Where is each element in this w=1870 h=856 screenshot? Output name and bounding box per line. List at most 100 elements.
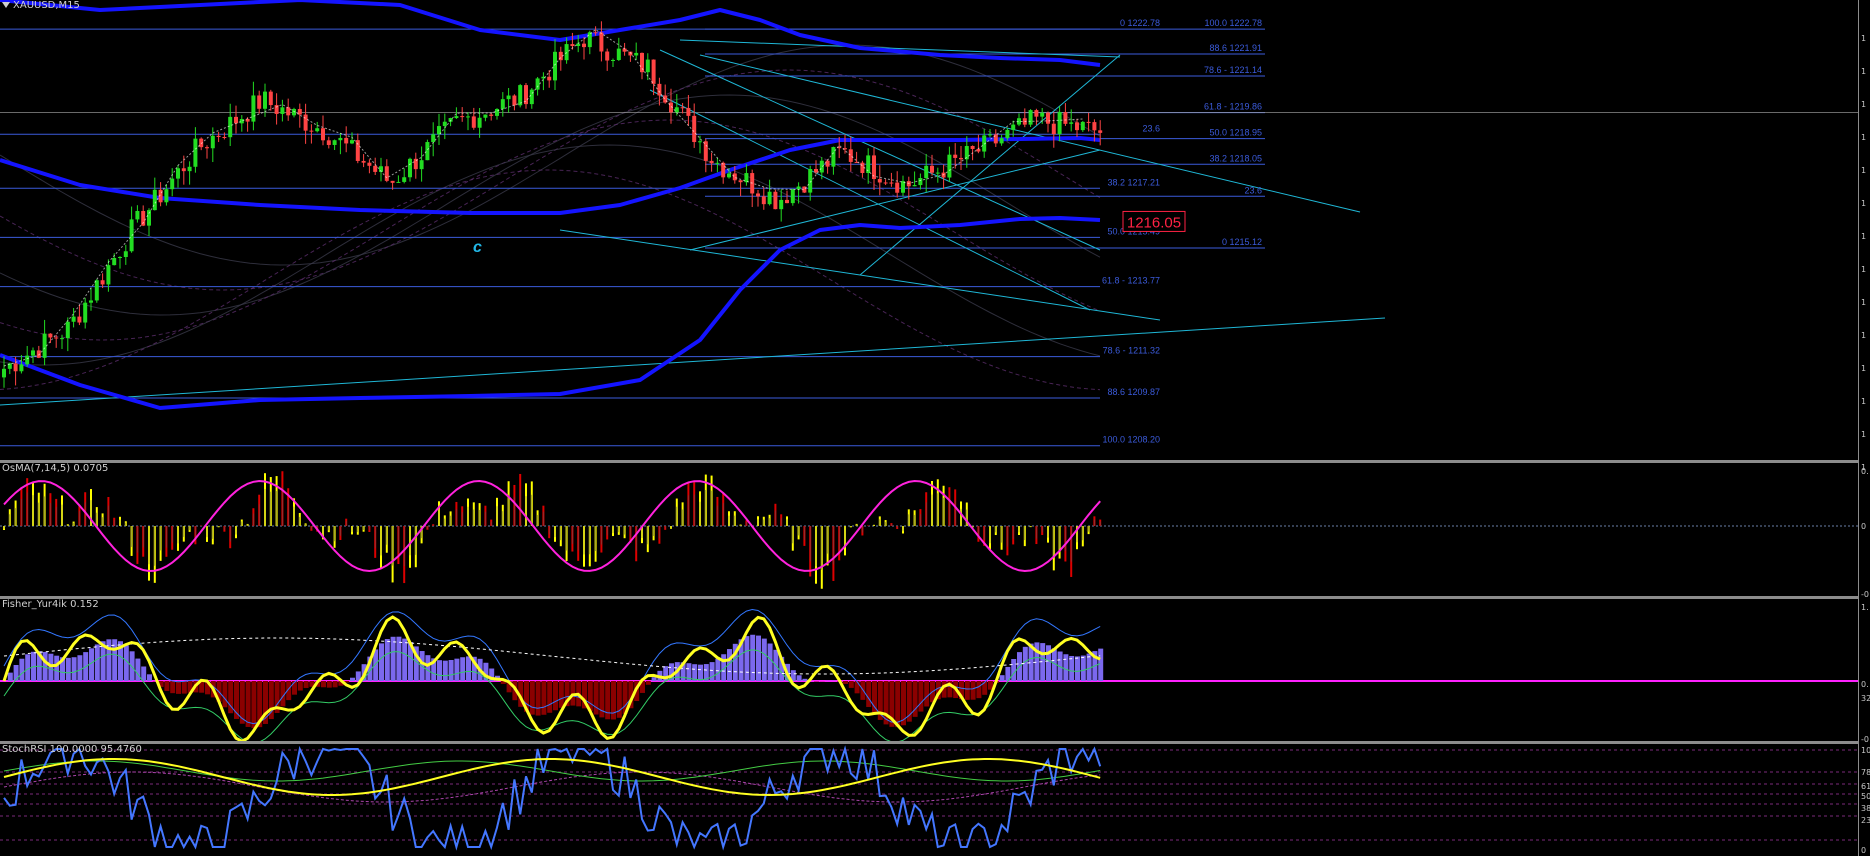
candle-body <box>547 76 552 81</box>
fibo-label-left: 38.2 1217.21 <box>1107 177 1160 187</box>
candle-body <box>959 157 963 160</box>
fibo-label-left: 88.6 1209.87 <box>1107 387 1160 397</box>
osma-pane[interactable]: OsMA(7,14,5) 0.0705 <box>0 463 1858 596</box>
fisher-axis-tick: -0 <box>1861 735 1869 744</box>
fisher-bar <box>442 660 448 681</box>
candle-body <box>355 140 360 161</box>
fisher-bar <box>181 681 187 694</box>
candle-body <box>605 51 610 61</box>
fibo-label-left: 23.6 <box>1142 123 1160 133</box>
fisher-bar <box>164 681 170 691</box>
stoch-axis-tick: 50 <box>1861 792 1870 801</box>
fisher-bar <box>605 681 611 720</box>
fisher-chart <box>0 608 1858 741</box>
candle-body <box>582 43 586 48</box>
candle-body <box>25 355 30 365</box>
candle-body <box>263 91 267 109</box>
candle-body <box>651 59 656 84</box>
candle-body <box>205 147 209 149</box>
main-chart-pane[interactable]: XAUUSD,M15 100.0 1222.78 88.6 1221.91 78.6… <box>0 0 1858 460</box>
fisher-bar <box>715 658 721 681</box>
candle-body <box>1086 121 1091 123</box>
fisher-bar <box>529 681 535 715</box>
candle-body <box>286 107 291 116</box>
candle-body <box>599 32 604 52</box>
fisher-bar <box>19 658 25 681</box>
candle-body <box>889 182 894 184</box>
fisher-bar <box>866 681 872 707</box>
candle-body <box>89 300 93 303</box>
fisher-bar <box>611 681 616 720</box>
candle-body <box>895 182 900 193</box>
candle-body <box>118 257 122 259</box>
fisher-bar <box>924 681 930 707</box>
candle-body <box>825 160 830 167</box>
candle-body <box>123 251 128 258</box>
fisher-bar <box>222 681 228 708</box>
candle-body <box>442 121 447 127</box>
price-axis-tick: 1 <box>1861 265 1867 274</box>
candle-body <box>396 181 401 183</box>
fisher-axis-tick: 0. <box>1861 680 1869 689</box>
candle-body <box>2 368 6 378</box>
fisher-bar <box>94 644 100 681</box>
fibo-label-right: 50.0 1218.95 <box>1209 128 1262 138</box>
price-axis-tick: 1 <box>1861 100 1867 109</box>
fisher-bar <box>709 662 715 681</box>
candle-body <box>228 116 233 138</box>
candle-body <box>698 141 702 143</box>
candle-body <box>280 107 285 114</box>
candle-body <box>303 114 308 131</box>
candle-body <box>918 178 923 186</box>
candle-body <box>529 89 534 105</box>
fisher-bar <box>176 681 181 694</box>
candle-body <box>953 154 958 158</box>
candle-body <box>732 173 737 181</box>
fisher-bar <box>796 675 802 681</box>
fisher-bar <box>1069 655 1075 681</box>
fibo-label-right: 100.0 1222.78 <box>1204 18 1262 28</box>
candle-body <box>883 182 888 184</box>
fisher-bar <box>750 634 756 681</box>
candle-body <box>1011 124 1016 130</box>
candle-body <box>935 172 940 174</box>
candle-body <box>332 140 337 145</box>
price-chart[interactable]: 100.0 1222.78 88.6 1221.91 78.6 - 1221.14 6… <box>0 0 1858 460</box>
candle-body <box>709 160 714 164</box>
fisher-bar <box>895 681 901 728</box>
price-axis-tick: 1 <box>1861 331 1867 340</box>
fisher-bar <box>1011 659 1017 681</box>
candle-body <box>814 168 818 173</box>
price-axis[interactable]: 1 1 1 1 1 1 1 1 1 1 1 1 1 1 0. 0 -0 1. 0. 32 -0 10 78 61 50 38 23 0 <box>1858 0 1870 856</box>
fisher-bar <box>437 660 442 681</box>
candle-body <box>181 168 186 172</box>
fisher-pane[interactable]: Fisher_Yur4ik 0.152 <box>0 599 1858 741</box>
candle-body <box>640 52 644 73</box>
fisher-bar <box>141 666 147 681</box>
candle-body <box>222 136 227 138</box>
candle-body <box>553 51 557 81</box>
candle-body <box>512 95 517 106</box>
candle-body <box>268 91 273 106</box>
candle-body <box>471 116 476 128</box>
fisher-bar <box>7 672 13 681</box>
stochrsi-pane[interactable]: StochRSI 100.0000 95.4760 <box>0 744 1858 856</box>
candle-body <box>216 135 221 137</box>
moving-average-mid <box>0 216 1101 410</box>
price-axis-tick: 1 <box>1861 34 1867 43</box>
candle-body <box>831 147 836 167</box>
fibo-label-left: 78.6 - 1211.32 <box>1103 346 1160 356</box>
fisher-bar <box>425 655 431 681</box>
fisher-bar <box>245 681 251 727</box>
fisher-bar <box>547 681 553 713</box>
candle-body <box>170 178 175 190</box>
candle-body <box>570 44 575 47</box>
stochrsi-chart <box>0 745 1858 851</box>
fisher-bar <box>71 657 77 681</box>
candle-body <box>36 350 41 358</box>
candle-body <box>193 138 198 167</box>
fisher-bar <box>535 681 541 716</box>
stoch-dashed-line <box>3 771 1101 803</box>
fisher-bar <box>332 681 338 688</box>
candle-body <box>535 78 540 90</box>
